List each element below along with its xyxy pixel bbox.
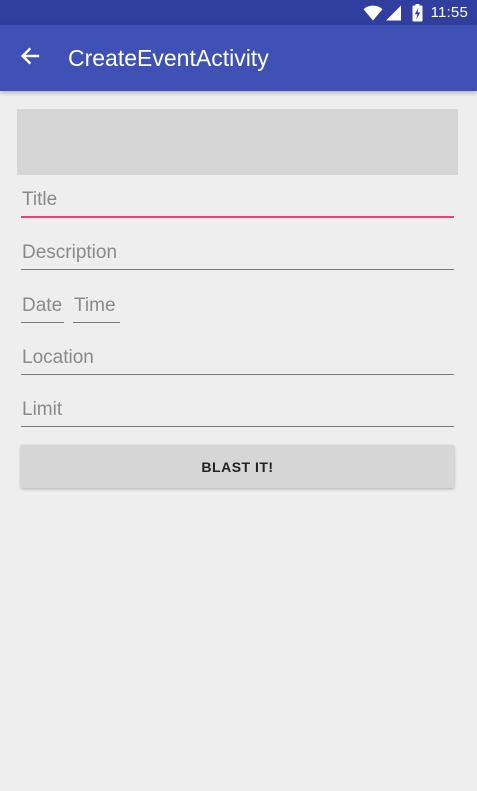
status-bar: 11:55: [0, 0, 477, 25]
arrow-back-icon: [20, 46, 40, 71]
limit-input[interactable]: [21, 397, 454, 427]
wifi-icon: [363, 5, 383, 21]
signal-icon: [385, 5, 402, 21]
app-title: CreateEventActivity: [68, 45, 269, 71]
description-input[interactable]: [21, 240, 454, 270]
battery-charging-icon: [412, 3, 423, 22]
back-button[interactable]: [14, 42, 46, 74]
event-image-placeholder[interactable]: [17, 109, 458, 175]
time-input[interactable]: [73, 293, 120, 323]
status-time: 11:55: [430, 4, 468, 21]
date-input[interactable]: [21, 293, 64, 323]
app-bar: CreateEventActivity: [0, 25, 477, 91]
blast-it-button[interactable]: BLAST IT!: [21, 445, 454, 488]
status-icons: 11:55: [363, 2, 468, 23]
title-input[interactable]: [21, 188, 454, 218]
location-input[interactable]: [21, 345, 454, 375]
